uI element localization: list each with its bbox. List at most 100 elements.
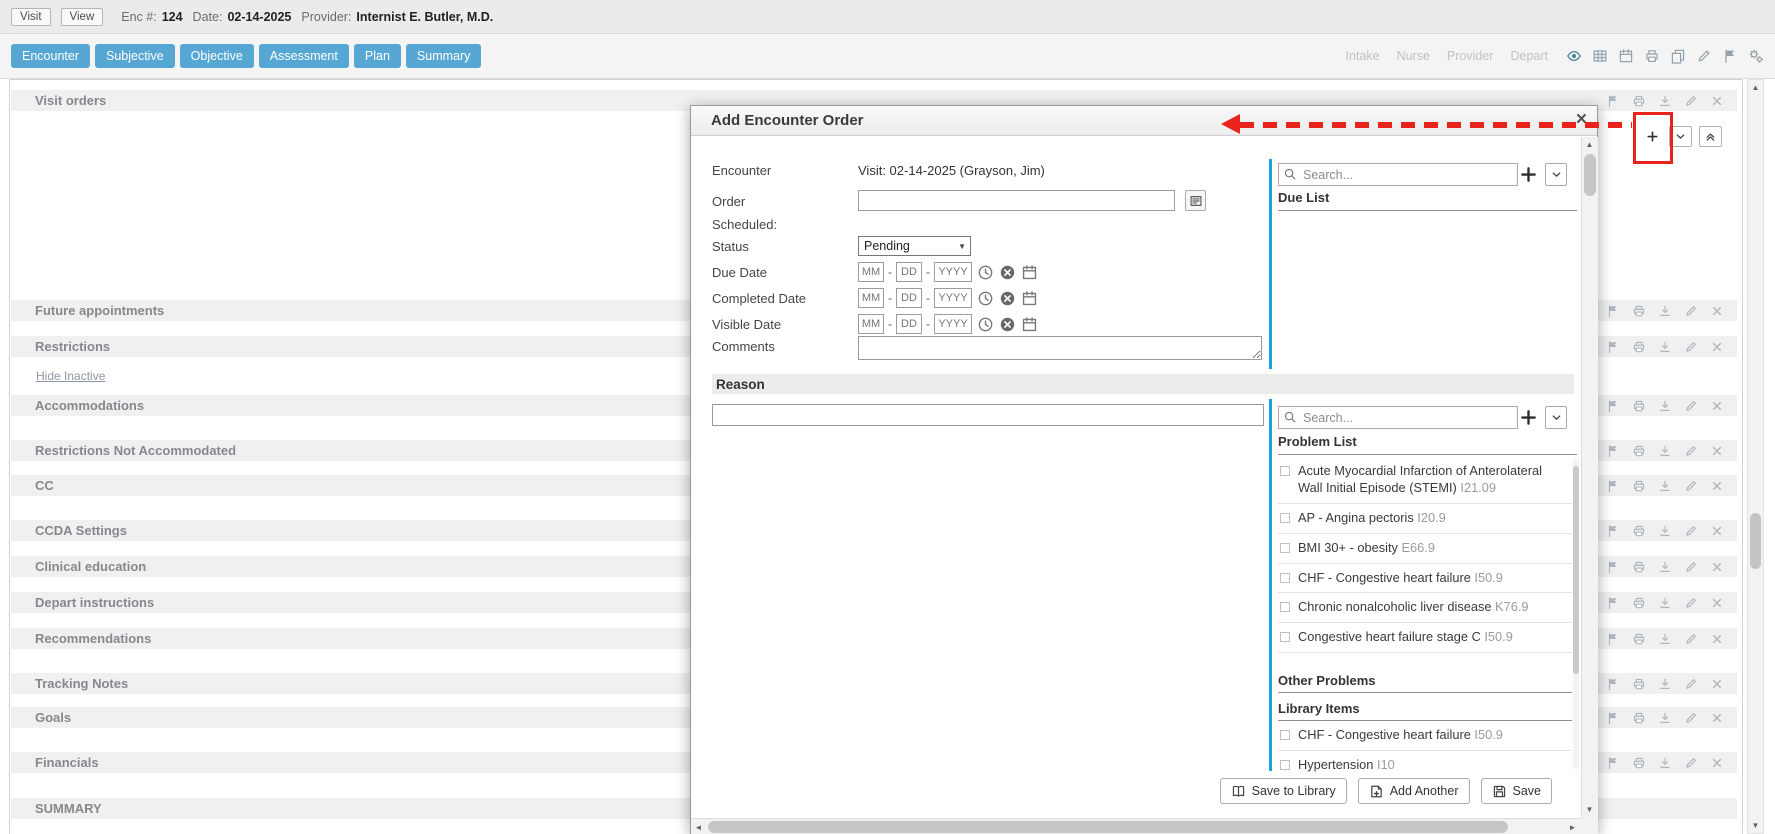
bookmark-icon[interactable] — [1606, 677, 1620, 691]
clock-icon[interactable] — [977, 290, 994, 307]
remove-icon[interactable] — [1710, 94, 1724, 108]
status-select[interactable]: Pending ▼ — [858, 236, 971, 256]
download-icon[interactable] — [1658, 399, 1672, 413]
checkbox[interactable] — [1280, 543, 1290, 553]
problem-item[interactable]: AP - Angina pectoris I20.9 — [1278, 504, 1572, 534]
bookmark-icon[interactable] — [1606, 479, 1620, 493]
due-date-dd-input[interactable] — [896, 262, 922, 282]
completed-date-yyyy-input[interactable] — [934, 288, 972, 308]
scroll-up-icon[interactable]: ▲ — [1582, 137, 1597, 152]
completed-date-dd-input[interactable] — [896, 288, 922, 308]
download-icon[interactable] — [1658, 596, 1672, 610]
visible-date-dd-input[interactable] — [896, 314, 922, 334]
pencil-icon[interactable] — [1684, 632, 1698, 646]
dialog-vscroll-thumb[interactable] — [1584, 154, 1596, 196]
add-another-button[interactable]: Add Another — [1358, 778, 1470, 804]
pencil-icon[interactable] — [1684, 711, 1698, 725]
pencil-icon[interactable] — [1684, 756, 1698, 770]
checkbox[interactable] — [1280, 730, 1290, 740]
printer-icon[interactable] — [1644, 48, 1660, 64]
printer-icon[interactable] — [1632, 560, 1646, 574]
pencil-icon[interactable] — [1684, 677, 1698, 691]
nav-objective[interactable]: Objective — [180, 44, 254, 68]
problem-item[interactable]: Chronic nonalcoholic liver disease K76.9 — [1278, 593, 1572, 623]
due-date-yyyy-input[interactable] — [934, 262, 972, 282]
order-input[interactable] — [858, 190, 1175, 211]
download-icon[interactable] — [1658, 94, 1672, 108]
printer-icon[interactable] — [1632, 524, 1646, 538]
download-icon[interactable] — [1658, 756, 1672, 770]
bookmark-icon[interactable] — [1606, 94, 1620, 108]
grid-icon[interactable] — [1592, 48, 1608, 64]
gears-icon[interactable] — [1748, 48, 1764, 64]
bookmark-icon[interactable] — [1606, 756, 1620, 770]
double-chevron-up-icon[interactable] — [1699, 126, 1722, 147]
scroll-down-icon[interactable]: ▼ — [1582, 802, 1597, 817]
download-icon[interactable] — [1658, 711, 1672, 725]
dialog-hscroll-thumb[interactable] — [708, 821, 1508, 833]
download-icon[interactable] — [1658, 560, 1672, 574]
problem-item[interactable]: Congestive heart failure stage C I50.9 — [1278, 623, 1572, 653]
flag-icon[interactable] — [1722, 48, 1738, 64]
scroll-down-icon[interactable]: ▼ — [1748, 818, 1763, 833]
page-scrollbar-thumb[interactable] — [1750, 513, 1761, 569]
chevron-down-icon[interactable] — [1545, 406, 1567, 429]
checkbox[interactable] — [1280, 632, 1290, 642]
dialog-horizontal-scrollbar[interactable]: ◄ ► — [691, 818, 1581, 834]
pencil-icon[interactable] — [1684, 304, 1698, 318]
bookmark-icon[interactable] — [1606, 304, 1620, 318]
save-button[interactable]: Save — [1481, 778, 1553, 804]
save-to-library-button[interactable]: Save to Library — [1220, 778, 1347, 804]
problem-item[interactable]: CHF - Congestive heart failure I50.9 — [1278, 721, 1572, 751]
printer-icon[interactable] — [1632, 444, 1646, 458]
download-icon[interactable] — [1658, 677, 1672, 691]
scroll-left-icon[interactable]: ◄ — [691, 820, 706, 834]
reason-input[interactable] — [712, 404, 1264, 426]
checkbox[interactable] — [1280, 602, 1290, 612]
copy-icon[interactable] — [1670, 48, 1686, 64]
remove-icon[interactable] — [1710, 399, 1724, 413]
eye-icon[interactable] — [1566, 48, 1582, 64]
printer-icon[interactable] — [1632, 304, 1646, 318]
visible-date-yyyy-input[interactable] — [934, 314, 972, 334]
printer-icon[interactable] — [1632, 596, 1646, 610]
clock-icon[interactable] — [977, 264, 994, 281]
download-icon[interactable] — [1658, 304, 1672, 318]
pencil-icon[interactable] — [1684, 479, 1698, 493]
printer-icon[interactable] — [1632, 399, 1646, 413]
printer-icon[interactable] — [1632, 711, 1646, 725]
printer-icon[interactable] — [1632, 756, 1646, 770]
problem-item[interactable]: Hypertension I10 — [1278, 751, 1572, 772]
chevron-down-icon[interactable] — [1545, 163, 1567, 186]
clear-icon[interactable] — [999, 316, 1016, 333]
nav-subjective[interactable]: Subjective — [95, 44, 175, 68]
pencil-icon[interactable] — [1684, 94, 1698, 108]
remove-icon[interactable] — [1710, 560, 1724, 574]
pencil-icon[interactable] — [1684, 524, 1698, 538]
nav-encounter[interactable]: Encounter — [11, 44, 90, 68]
problem-list-scrollbar-thumb[interactable] — [1573, 466, 1579, 674]
printer-icon[interactable] — [1632, 632, 1646, 646]
bookmark-icon[interactable] — [1606, 399, 1620, 413]
pencil-icon[interactable] — [1684, 399, 1698, 413]
hide-inactive-link[interactable]: Hide Inactive — [36, 369, 105, 383]
checkbox[interactable] — [1280, 573, 1290, 583]
calendar-icon[interactable] — [1021, 264, 1038, 281]
printer-icon[interactable] — [1632, 479, 1646, 493]
bookmark-icon[interactable] — [1606, 596, 1620, 610]
pencil-icon[interactable] — [1684, 596, 1698, 610]
bookmark-icon[interactable] — [1606, 444, 1620, 458]
clear-icon[interactable] — [999, 264, 1016, 281]
remove-icon[interactable] — [1710, 444, 1724, 458]
pencil-icon[interactable] — [1684, 444, 1698, 458]
remove-icon[interactable] — [1710, 479, 1724, 493]
problem-list-scrollbar[interactable] — [1573, 459, 1579, 769]
download-icon[interactable] — [1658, 479, 1672, 493]
remove-icon[interactable] — [1710, 340, 1724, 354]
checkbox[interactable] — [1280, 466, 1290, 476]
problem-item[interactable]: CHF - Congestive heart failure I50.9 — [1278, 564, 1572, 594]
remove-icon[interactable] — [1710, 524, 1724, 538]
nav-assessment[interactable]: Assessment — [259, 44, 349, 68]
clear-icon[interactable] — [999, 290, 1016, 307]
nav-plan[interactable]: Plan — [354, 44, 401, 68]
